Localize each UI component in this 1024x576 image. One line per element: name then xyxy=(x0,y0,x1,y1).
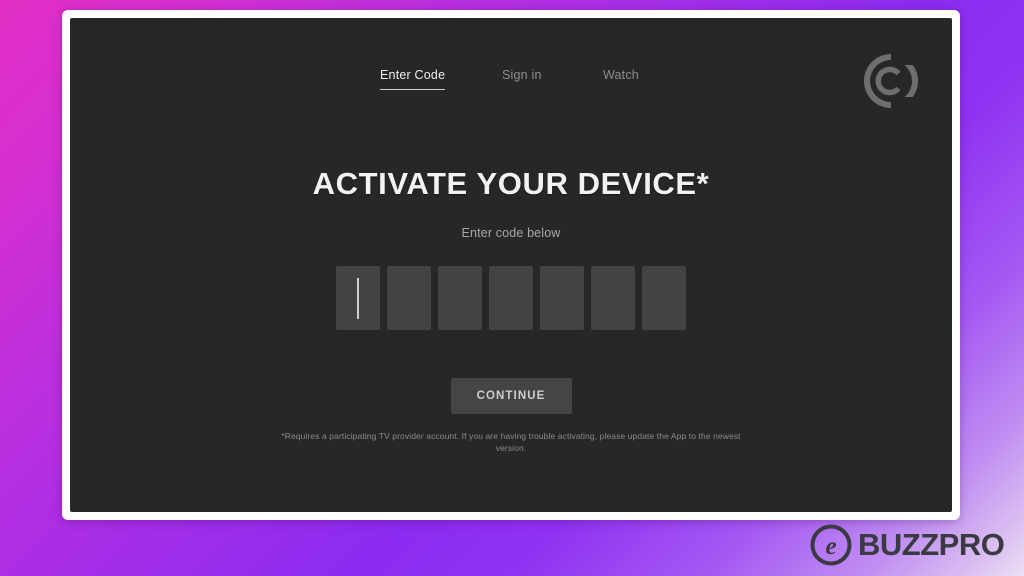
svg-text:e: e xyxy=(825,533,836,560)
code-input-box-6[interactable] xyxy=(591,266,635,330)
activation-content: ACTIVATE YOUR DEVICE* Enter code below C… xyxy=(70,18,952,512)
watermark-text: BUZZPRO xyxy=(858,527,1005,562)
footnote-text: *Requires a participating TV provider ac… xyxy=(281,431,741,453)
code-input-box-3[interactable] xyxy=(438,266,482,330)
watermark: e BUZZPRO xyxy=(810,524,1005,566)
continue-button[interactable]: CONTINUE xyxy=(450,378,572,414)
circled-e-icon: e xyxy=(810,524,852,566)
text-caret xyxy=(357,278,359,319)
page-title: ACTIVATE YOUR DEVICE* xyxy=(312,166,710,201)
gradient-background: Enter Code Sign in Watch ACTIVATE YOUR D… xyxy=(0,0,1024,576)
code-input-box-4[interactable] xyxy=(489,266,533,330)
code-input-group[interactable] xyxy=(336,266,686,330)
code-input-box-1[interactable] xyxy=(336,266,380,330)
code-input-box-2[interactable] xyxy=(387,266,431,330)
subtitle: Enter code below xyxy=(461,226,561,240)
code-input-box-5[interactable] xyxy=(540,266,584,330)
code-input-box-7[interactable] xyxy=(642,266,686,330)
tv-frame: Enter Code Sign in Watch ACTIVATE YOUR D… xyxy=(62,10,960,520)
tv-screen: Enter Code Sign in Watch ACTIVATE YOUR D… xyxy=(70,18,952,512)
